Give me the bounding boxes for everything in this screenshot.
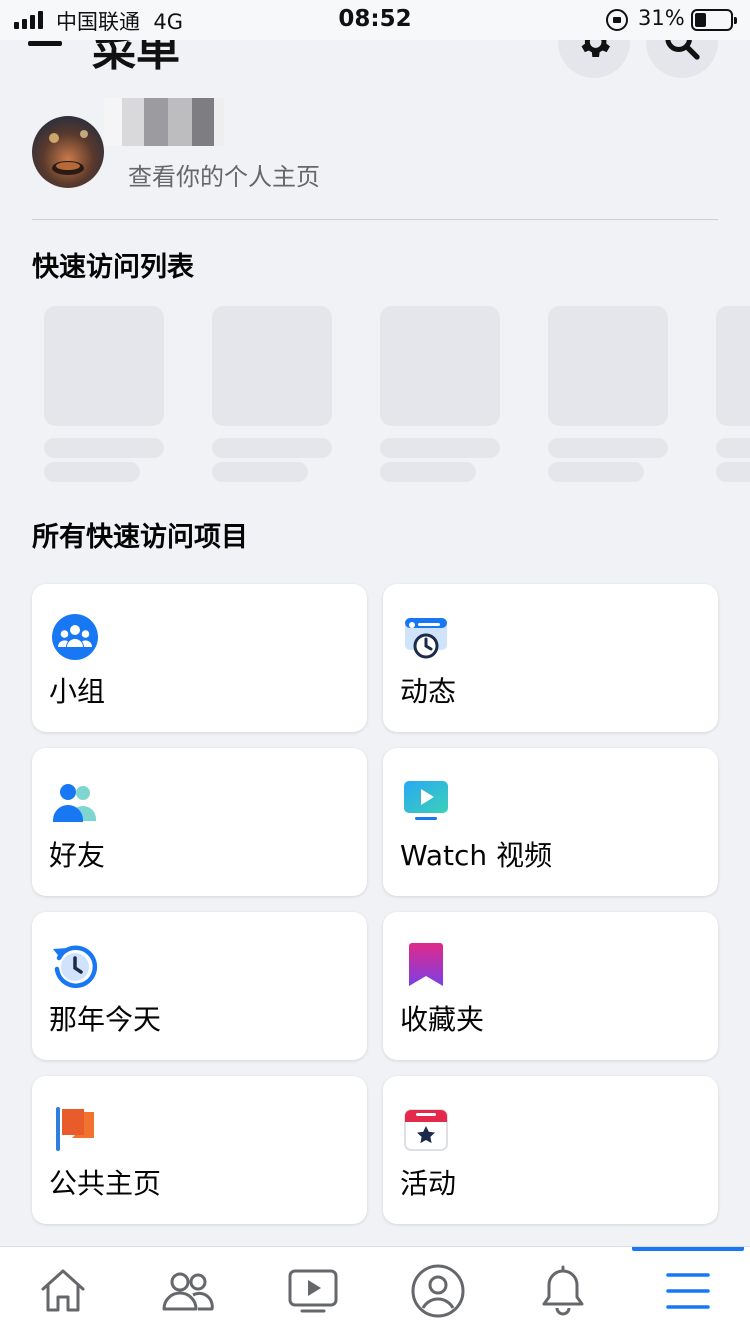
battery-icon — [691, 9, 737, 31]
quick-access-placeholder — [212, 306, 332, 482]
profile-name-redacted[interactable] — [104, 98, 224, 146]
nav-notifications[interactable] — [500, 1247, 625, 1334]
home-icon — [41, 1269, 84, 1312]
status-bar: 中国联通 4G 08:52 31% — [0, 0, 750, 40]
divider — [32, 219, 718, 220]
shortcut-label: 活动 — [400, 1167, 457, 1200]
friends-icon — [53, 784, 96, 822]
shortcut-label: 小组 — [49, 675, 106, 708]
view-profile-link[interactable]: 查看你的个人主页 — [128, 157, 320, 192]
notifications-bell-icon — [542, 1265, 583, 1316]
all-shortcuts-title: 所有快速访问项目 — [32, 522, 248, 553]
saved-bookmark-icon — [409, 943, 443, 986]
profile-icon — [411, 1264, 464, 1318]
events-calendar-icon — [404, 1109, 448, 1151]
battery-percent: 31% — [638, 6, 685, 30]
rotation-lock-icon — [606, 9, 628, 31]
nav-menu[interactable] — [625, 1247, 750, 1334]
feeds-clock-icon — [405, 618, 447, 659]
shortcut-watch[interactable]: Watch 视频 — [383, 748, 718, 896]
nav-watch[interactable] — [250, 1247, 375, 1334]
shortcut-label: 动态 — [400, 675, 457, 708]
quick-access-placeholder — [548, 306, 668, 482]
pages-flag-icon — [56, 1107, 94, 1151]
signal-strength-icon — [14, 11, 43, 29]
shortcut-label: Watch 视频 — [400, 839, 553, 872]
shortcut-friends[interactable]: 好友 — [32, 748, 367, 896]
shortcut-label: 那年今天 — [49, 1003, 162, 1036]
shortcut-label: 好友 — [49, 839, 106, 872]
groups-icon — [52, 614, 98, 660]
nav-friends[interactable] — [125, 1247, 250, 1334]
shortcut-feeds[interactable]: 动态 — [383, 584, 718, 732]
quick-access-placeholder — [716, 306, 750, 482]
bottom-nav — [0, 1246, 750, 1334]
memories-icon — [53, 945, 98, 988]
carrier-label: 中国联通 4G — [56, 10, 183, 34]
shortcut-memories[interactable]: 那年今天 — [32, 912, 367, 1060]
quick-access-title: 快速访问列表 — [32, 252, 194, 283]
shortcut-saved[interactable]: 收藏夹 — [383, 912, 718, 1060]
shortcut-pages[interactable]: 公共主页 — [32, 1076, 367, 1224]
shortcut-groups[interactable]: 小组 — [32, 584, 367, 732]
nav-profile[interactable] — [375, 1247, 500, 1334]
quick-access-placeholder — [380, 306, 500, 482]
shortcut-label: 公共主页 — [49, 1167, 162, 1200]
shortcut-label: 收藏夹 — [400, 1003, 485, 1036]
quick-access-placeholder — [44, 306, 164, 482]
nav-home[interactable] — [0, 1247, 125, 1334]
menu-icon — [665, 1273, 710, 1309]
avatar[interactable] — [32, 116, 104, 188]
shortcut-events[interactable]: 活动 — [383, 1076, 718, 1224]
watch-icon — [288, 1269, 337, 1313]
watch-video-icon — [404, 781, 448, 820]
friends-icon — [162, 1272, 214, 1311]
